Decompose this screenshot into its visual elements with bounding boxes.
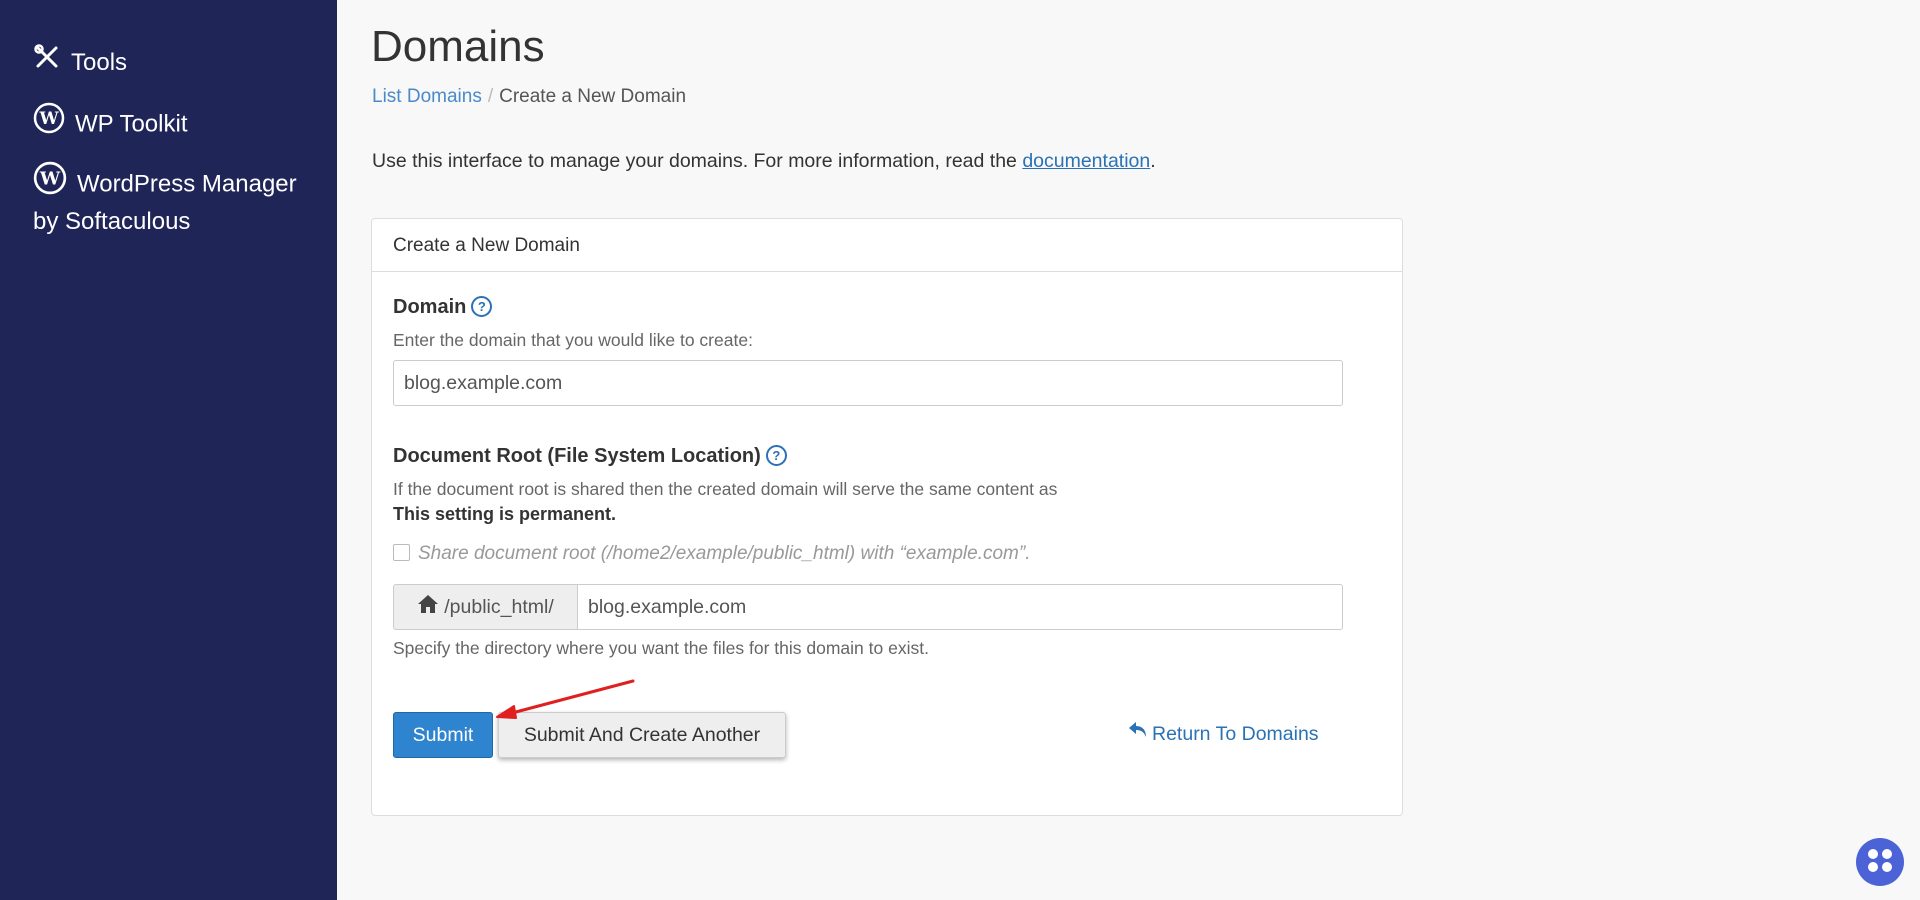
- domain-hint: Enter the domain that you would like to …: [393, 330, 753, 350]
- wordpress-icon: W: [33, 102, 65, 144]
- create-domain-panel: Create a New Domain Domain? Enter the do…: [371, 218, 1403, 816]
- permanent-note: This setting is permanent.: [393, 504, 617, 524]
- sidebar-item-label: WP Toolkit: [75, 110, 188, 138]
- svg-text:W: W: [38, 109, 59, 129]
- sidebar-item-label: Tools: [71, 49, 128, 76]
- sidebar-item-tools[interactable]: Tools: [33, 43, 128, 81]
- tools-icon: [33, 43, 61, 81]
- panel-heading: Create a New Domain: [372, 219, 1402, 272]
- domain-input[interactable]: [393, 360, 1343, 406]
- share-docroot-row: Share document root (/home2/example/publ…: [393, 543, 1031, 565]
- page-title: Domains: [371, 22, 545, 71]
- intro-text: Use this interface to manage your domain…: [372, 150, 1156, 173]
- submit-and-create-another-button[interactable]: Submit And Create Another: [498, 712, 786, 758]
- chat-widget-icon: [1863, 843, 1897, 882]
- docroot-input[interactable]: [577, 584, 1343, 630]
- share-docroot-checkbox[interactable]: [393, 543, 410, 561]
- wordpress-icon: W: [33, 161, 67, 205]
- domain-label: Domain?: [393, 295, 493, 319]
- sidebar-item-wp-toolkit[interactable]: W WP Toolkit: [33, 102, 188, 144]
- home-icon: [417, 594, 439, 620]
- chat-widget-button[interactable]: [1856, 838, 1904, 886]
- reply-arrow-icon: [1128, 721, 1148, 745]
- docroot-label: Document Root (File System Location)?: [393, 444, 787, 468]
- intro-body: Use this interface to manage your domain…: [372, 150, 1023, 172]
- sidebar-item-wordpress-manager[interactable]: W WordPress Manager by Softaculous: [33, 161, 313, 239]
- docroot-help: Specify the directory where you want the…: [393, 638, 929, 658]
- docroot-hint: If the document root is shared then the …: [393, 479, 1058, 499]
- submit-button[interactable]: Submit: [393, 712, 493, 758]
- docroot-label-text: Document Root (File System Location): [393, 445, 761, 467]
- docroot-prefix: /public_html/: [393, 584, 577, 630]
- return-to-domains-label: Return To Domains: [1152, 723, 1319, 745]
- share-docroot-label: Share document root (/home2/example/publ…: [418, 543, 1031, 564]
- breadcrumb-list-domains-link[interactable]: List Domains: [372, 86, 482, 107]
- docroot-prefix-text: /public_html/: [444, 595, 554, 618]
- documentation-link[interactable]: documentation: [1022, 150, 1150, 172]
- return-to-domains-link[interactable]: Return To Domains: [1128, 721, 1319, 746]
- svg-text:W: W: [39, 168, 61, 189]
- domain-label-text: Domain: [393, 296, 467, 318]
- help-icon[interactable]: ?: [765, 444, 787, 466]
- breadcrumb-current: Create a New Domain: [499, 86, 687, 107]
- intro-suffix: .: [1150, 150, 1156, 172]
- breadcrumb: List Domains / Create a New Domain: [372, 86, 686, 108]
- sidebar-item-label: WordPress Manager by Softaculous: [33, 170, 297, 235]
- help-icon[interactable]: ?: [471, 295, 493, 317]
- docroot-input-group: /public_html/: [393, 584, 1343, 630]
- breadcrumb-separator: /: [487, 86, 494, 107]
- sidebar: Tools W WP Toolkit W WordPress Manager b…: [0, 0, 337, 900]
- main-content: Domains List Domains / Create a New Domain…: [337, 0, 1920, 900]
